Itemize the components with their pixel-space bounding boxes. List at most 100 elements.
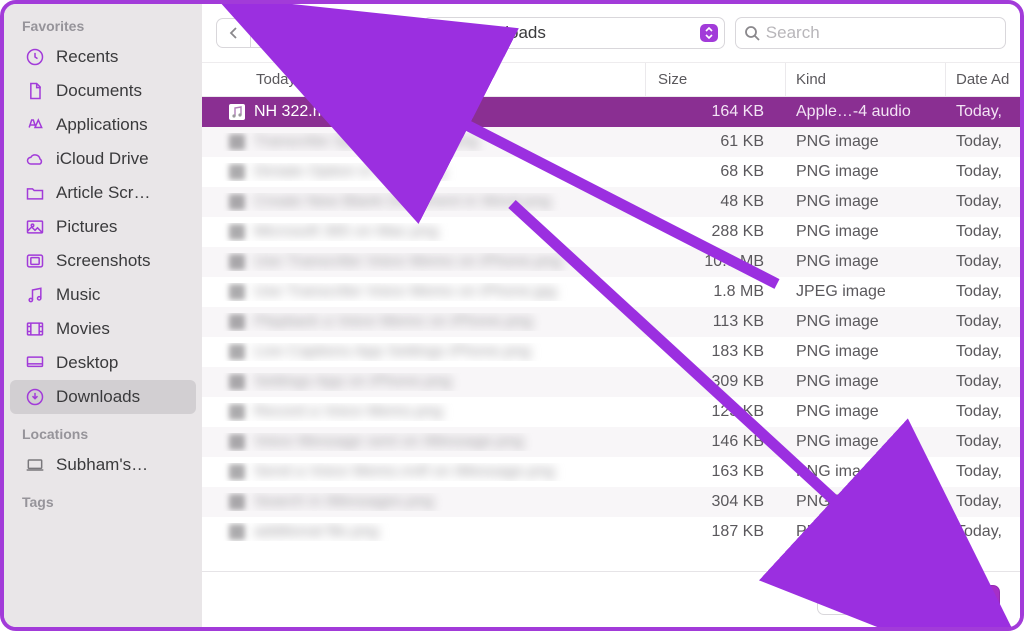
sidebar-item-computer[interactable]: Subham's… — [10, 448, 196, 482]
file-size-cell: 68 KB — [646, 163, 786, 181]
sidebar-item-screenshots[interactable]: Screenshots — [10, 244, 196, 278]
file-name-label: Record a Voice Memo.png — [254, 403, 443, 421]
file-name-cell: Transcribe Speech in Word.png — [202, 133, 646, 151]
sidebar-item-applications[interactable]: Applications — [10, 108, 196, 142]
cloud-icon — [24, 148, 46, 170]
file-kind-cell: PNG image — [786, 163, 946, 181]
column-header-size[interactable]: Size — [646, 63, 786, 96]
sidebar-item-label: Article Scr… — [56, 183, 182, 203]
sidebar-heading: Favorites — [4, 16, 202, 40]
search-input[interactable] — [766, 23, 997, 43]
file-row[interactable]: Live Captions App Settings iPhone.png183… — [202, 337, 1020, 367]
sidebar-item-article-scr[interactable]: Article Scr… — [10, 176, 196, 210]
file-name-cell: NH 322.m4a — [202, 103, 646, 121]
file-size-cell: 304 KB — [646, 493, 786, 511]
file-kind-cell: PNG image — [786, 493, 946, 511]
column-header-date[interactable]: Date Ad — [946, 63, 1020, 96]
file-row[interactable]: Search in iMessages.png304 KBPNG imageTo… — [202, 487, 1020, 517]
search-field[interactable] — [735, 17, 1006, 49]
doc-icon — [24, 80, 46, 102]
list-view-icon — [305, 26, 323, 40]
sidebar-item-movies[interactable]: Movies — [10, 312, 196, 346]
location-label: Downloads — [462, 23, 692, 43]
file-size-cell: 146 KB — [646, 433, 786, 451]
view-mode-button[interactable]: ⌄ — [294, 18, 348, 48]
file-name-cell: Create New Blank Document in Word.png — [202, 193, 646, 211]
image-file-icon — [228, 493, 246, 511]
image-file-icon — [228, 523, 246, 541]
file-size-cell: 309 KB — [646, 373, 786, 391]
file-date-cell: Today, — [946, 403, 1020, 421]
file-row[interactable]: Microsoft 365 on Mac.png288 KBPNG imageT… — [202, 217, 1020, 247]
file-name-cell: additional file.png — [202, 523, 646, 541]
group-by-button[interactable]: ⌄ — [358, 18, 412, 48]
sidebar-item-documents[interactable]: Documents — [10, 74, 196, 108]
file-row[interactable]: Settings App on iPhone.png309 KBPNG imag… — [202, 367, 1020, 397]
column-header-label: Kind — [796, 71, 826, 88]
file-date-cell: Today, — [946, 283, 1020, 301]
file-name-cell: Search in iMessages.png — [202, 493, 646, 511]
file-row[interactable]: NH 322.m4a164 KBApple…-4 audioToday, — [202, 97, 1020, 127]
file-name-label: Voice Message sent on iMessage.png — [254, 433, 524, 451]
file-name-label: additional file.png — [254, 523, 379, 541]
file-kind-cell: PNG image — [786, 403, 946, 421]
file-row[interactable]: Record a Voice Memo.png123 KBPNG imageTo… — [202, 397, 1020, 427]
file-row[interactable]: Dictate Option in Word.png68 KBPNG image… — [202, 157, 1020, 187]
file-date-cell: Today, — [946, 313, 1020, 331]
sidebar-group-locations: Locations Subham's… — [4, 424, 202, 482]
dialog-button-bar: Cancel Open — [202, 571, 1020, 627]
file-date-cell: Today, — [946, 493, 1020, 511]
file-kind-cell: PNG image — [786, 223, 946, 241]
file-kind-cell: PNG image — [786, 433, 946, 451]
file-size-cell: 183 KB — [646, 343, 786, 361]
file-row[interactable]: Voice Message sent on iMessage.png 146 KB… — [202, 427, 1020, 457]
sidebar-item-music[interactable]: Music — [10, 278, 196, 312]
sidebar-item-icloud[interactable]: iCloud Drive — [10, 142, 196, 176]
file-row[interactable]: Send a Voice Memo.m4f on iMessage.png163… — [202, 457, 1020, 487]
file-row[interactable]: Playback a Voice Memo on iPhone.png113 K… — [202, 307, 1020, 337]
search-icon — [744, 25, 760, 41]
music-icon — [24, 284, 46, 306]
sidebar-item-downloads[interactable]: Downloads — [10, 380, 196, 414]
file-row[interactable]: Transcribe Speech in Word.png61 KBPNG im… — [202, 127, 1020, 157]
app-icon — [24, 114, 46, 136]
cancel-button[interactable]: Cancel — [817, 585, 909, 615]
file-list[interactable]: NH 322.m4a164 KBApple…-4 audioToday,Tran… — [202, 97, 1020, 571]
file-name-label: Create New Blank Document in Word.png — [254, 193, 551, 211]
image-file-icon — [228, 163, 246, 181]
file-row[interactable]: Use Transcribe Voice Memo on iPhone.jpg1… — [202, 277, 1020, 307]
image-file-icon — [228, 313, 246, 331]
forward-button[interactable] — [250, 18, 284, 48]
file-name-cell: Send a Voice Memo.m4f on iMessage.png — [202, 463, 646, 481]
back-button[interactable] — [216, 18, 250, 48]
column-header-name[interactable]: Today ⌄ — [202, 63, 646, 96]
sidebar-item-desktop[interactable]: Desktop — [10, 346, 196, 380]
location-popup[interactable]: Downloads — [423, 17, 725, 49]
movie-icon — [24, 318, 46, 340]
file-date-cell: Today, — [946, 253, 1020, 271]
sort-descending-icon: ⌄ — [302, 73, 311, 86]
sidebar-item-pictures[interactable]: Pictures — [10, 210, 196, 244]
sidebar-item-recents[interactable]: Recents — [10, 40, 196, 74]
file-row[interactable]: additional file.png187 KBPNG imageToday, — [202, 517, 1020, 547]
nav-buttons — [216, 18, 284, 48]
file-row[interactable]: Use Transcribe Voice Memo on iPhone.png 1… — [202, 247, 1020, 277]
laptop-icon — [24, 454, 46, 476]
file-size-cell: 288 KB — [646, 223, 786, 241]
file-name-label: Use Transcribe Voice Memo on iPhone.png — [254, 253, 562, 271]
updown-icon — [700, 24, 718, 42]
file-name-label: NH 322.m4a — [254, 103, 344, 121]
open-button[interactable]: Open — [919, 585, 1000, 615]
image-file-icon — [228, 223, 246, 241]
file-date-cell: Today, — [946, 163, 1020, 181]
chevron-down-icon: ⌄ — [329, 28, 337, 39]
file-name-label: Transcribe Speech in Word.png — [254, 133, 478, 151]
sidebar-item-label: Documents — [56, 81, 182, 101]
file-kind-cell: PNG image — [786, 463, 946, 481]
sidebar-item-label: Desktop — [56, 353, 182, 373]
file-row[interactable]: Create New Blank Document in Word.png48 … — [202, 187, 1020, 217]
column-header-kind[interactable]: Kind — [786, 63, 946, 96]
file-size-cell: 10.9 MB — [646, 253, 786, 271]
file-size-cell: 113 KB — [646, 313, 786, 331]
file-kind-cell: PNG image — [786, 373, 946, 391]
